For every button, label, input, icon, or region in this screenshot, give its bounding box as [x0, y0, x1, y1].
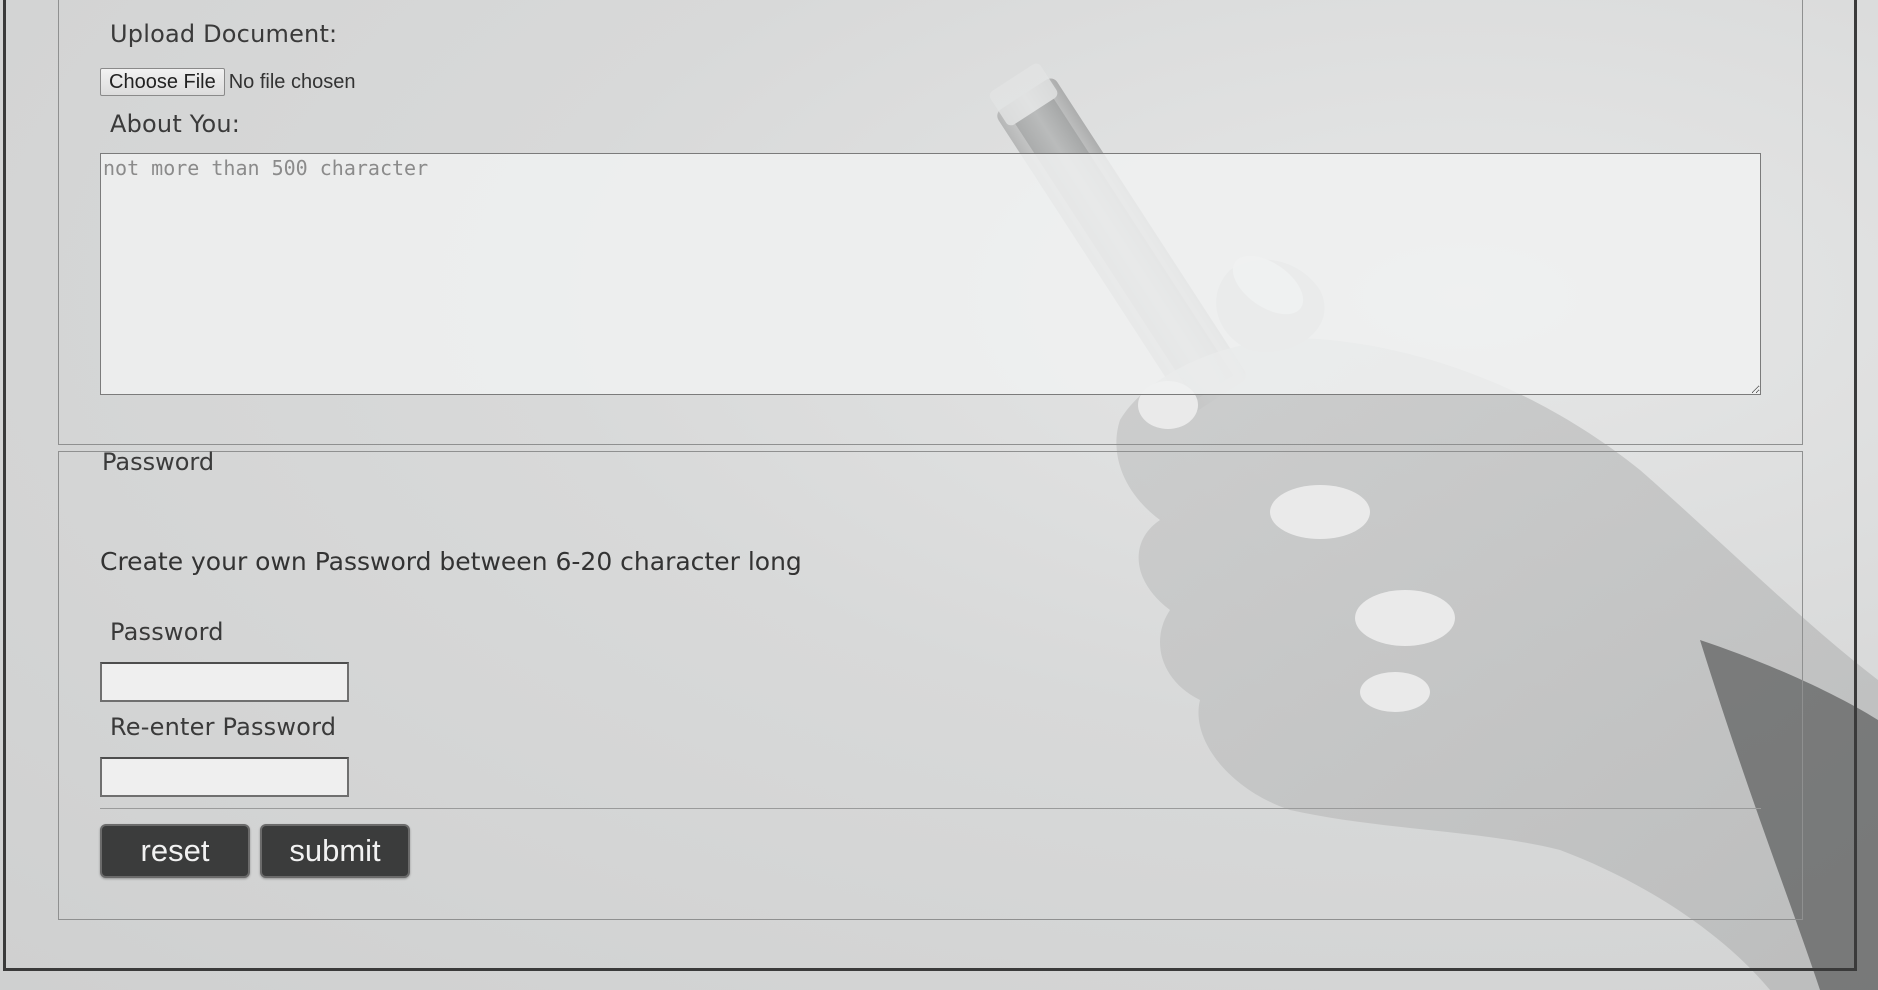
- password-label: Password: [110, 618, 224, 646]
- reenter-password-input[interactable]: [100, 757, 349, 797]
- upload-document-label: Upload Document:: [110, 20, 338, 48]
- file-status-text: No file chosen: [228, 70, 356, 93]
- submit-button[interactable]: submit: [260, 824, 410, 878]
- registration-form-page: Upload Document: Choose File No file cho…: [0, 0, 1878, 990]
- form-divider: [100, 808, 1761, 809]
- about-you-label: About You:: [110, 110, 241, 138]
- password-legend: Password: [102, 448, 215, 476]
- about-you-textarea[interactable]: [100, 153, 1761, 395]
- choose-file-button[interactable]: Choose File: [100, 68, 225, 96]
- reenter-password-label: Re-enter Password: [110, 713, 337, 741]
- password-hint-text: Create your own Password between 6-20 ch…: [100, 547, 802, 576]
- password-input[interactable]: [100, 662, 349, 702]
- reset-button[interactable]: reset: [100, 824, 250, 878]
- file-upload-control[interactable]: Choose File No file chosen: [100, 68, 355, 96]
